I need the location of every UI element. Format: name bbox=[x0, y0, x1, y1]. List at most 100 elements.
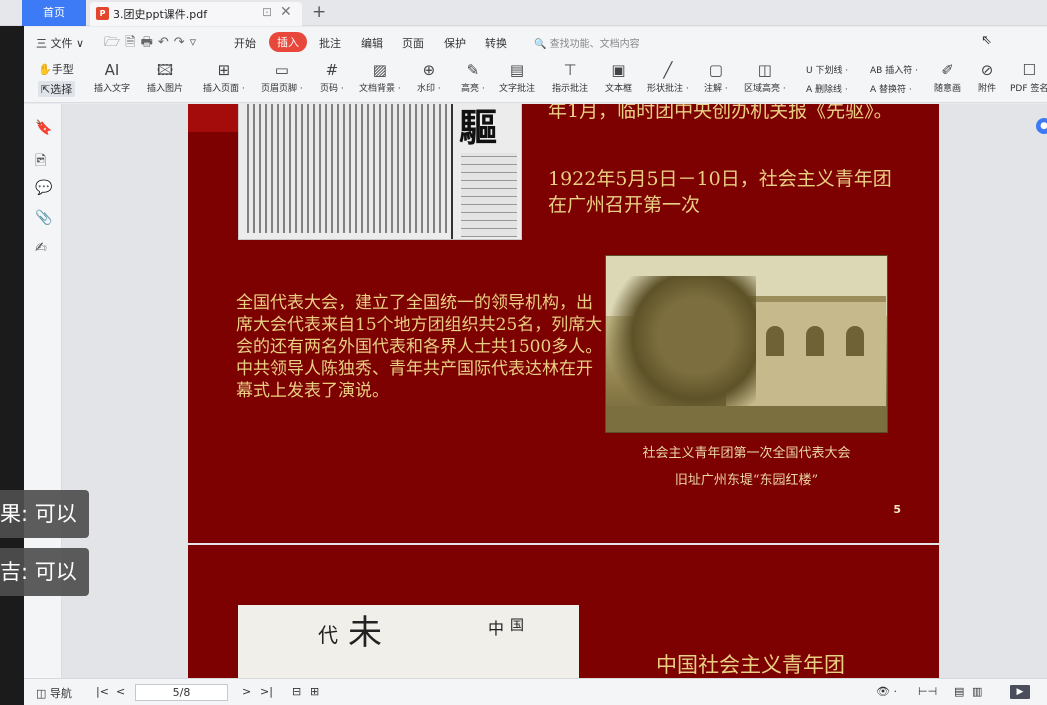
insert-toolbar: ✋手型 ⇱选择 AI 插入文字 🖾 插入图片 ⊞ 插入页面 · ▭ 页眉页脚 · # 页码… bbox=[24, 57, 1047, 103]
last-page-icon[interactable]: >| bbox=[260, 685, 273, 698]
watermark-icon: ⊕ bbox=[422, 61, 436, 79]
newspaper-columns bbox=[247, 104, 447, 233]
area-highlight-button[interactable]: ◫ 区域高亮 · bbox=[744, 59, 786, 94]
pin-icon[interactable]: ⊡ bbox=[262, 5, 272, 19]
prev-page-icon[interactable]: < bbox=[116, 685, 125, 698]
close-icon[interactable]: ✕ bbox=[280, 4, 292, 20]
document-tab-title: 3.团史ppt课件.pdf bbox=[113, 8, 208, 21]
calligraphy-glyph: 国 bbox=[510, 618, 524, 634]
calligraphy-glyph: 未 bbox=[348, 613, 382, 653]
eye-protect-icon[interactable]: 👁 · bbox=[876, 685, 897, 698]
overlay-label-1: 果: 可以 bbox=[0, 490, 89, 538]
textbox-button[interactable]: ▣ 文本框 bbox=[605, 59, 632, 94]
comment-icon[interactable]: 💬 bbox=[35, 180, 52, 196]
insert-text-button[interactable]: AI 插入文字 bbox=[94, 59, 130, 94]
insert-text-icon: AI bbox=[104, 61, 120, 79]
decor-band bbox=[188, 104, 238, 132]
header-footer-icon: ▭ bbox=[274, 61, 289, 79]
history-text-b: 1922年5月5日－10日，社会主义青年团在广州召开第一次 bbox=[548, 168, 892, 216]
first-page-icon[interactable]: |< bbox=[96, 685, 109, 698]
select-tool-button[interactable]: ⇱选择 bbox=[38, 81, 76, 97]
page-number-button[interactable]: # 页码 · bbox=[320, 59, 344, 94]
photo-caption-line-2: 旧址广州东堤“东园红楼” bbox=[674, 473, 819, 488]
double-page-icon[interactable]: ▥ bbox=[972, 685, 982, 698]
body-paragraph: 全国代表大会，建立了全国统一的领导机构，出席大会代表来自15个地方团组织共25名… bbox=[236, 293, 603, 401]
note-button[interactable]: ▢ 注解 · bbox=[704, 59, 728, 94]
nav-panel-icon: ◫ bbox=[36, 687, 47, 700]
tab-document[interactable]: P 3.团史ppt课件.pdf ⊡ ✕ bbox=[90, 2, 302, 26]
photo-window bbox=[766, 326, 784, 356]
text-comment-button[interactable]: ▤ 文字批注 bbox=[499, 59, 535, 94]
strikethrough-button[interactable]: A 删除线 · bbox=[806, 82, 848, 95]
slide-page-number: 5 bbox=[893, 503, 901, 516]
shape-comment-button[interactable]: ╱ 形状批注 · bbox=[647, 59, 689, 94]
next-page-icon[interactable]: > bbox=[242, 685, 251, 698]
assistant-icon[interactable]: ● bbox=[1036, 118, 1047, 134]
tab-home[interactable]: 首页 bbox=[22, 0, 86, 26]
tab-protect[interactable]: 保护 bbox=[444, 35, 466, 51]
new-tab-button[interactable]: + bbox=[312, 2, 326, 22]
thumbnail-icon[interactable]: 🖻 bbox=[35, 150, 46, 174]
tab-start[interactable]: 开始 bbox=[234, 35, 256, 51]
paperclip-icon: ⊘ bbox=[980, 61, 994, 79]
insert-page-button[interactable]: ⊞ 插入页面 · bbox=[203, 59, 245, 94]
newspaper-rule bbox=[451, 104, 453, 239]
left-dark-strip bbox=[0, 26, 24, 705]
signature-icon: ☐ bbox=[1022, 61, 1036, 79]
bookmark-icon[interactable]: 🔖 bbox=[35, 120, 52, 136]
calligraphy-image: 未 代 中 国 bbox=[238, 605, 579, 678]
text-comment-icon: ▤ bbox=[509, 61, 525, 79]
tab-edit[interactable]: 编辑 bbox=[361, 35, 383, 51]
underline-button[interactable]: U 下划线 · bbox=[806, 63, 848, 76]
doc-background-button[interactable]: ▨ 文档背景 · bbox=[359, 59, 401, 94]
photo-window bbox=[846, 326, 864, 356]
freehand-button[interactable]: ✐ 随意画 bbox=[934, 59, 961, 94]
header-footer-button[interactable]: ▭ 页眉页脚 · bbox=[261, 59, 303, 94]
highlight-button[interactable]: ✎ 高亮 · bbox=[461, 59, 485, 94]
fit-width-icon[interactable]: ⊢⊣ bbox=[918, 685, 937, 698]
pdf-page-5: 驅 年1月，临时团中央创办机关报《先驱》。 1922年5月5日－10日，社会主义… bbox=[188, 104, 939, 543]
mouse-cursor-icon: ⇖ bbox=[981, 33, 992, 48]
slide6-title: 中国社会主义青年团 bbox=[656, 653, 845, 677]
tab-page[interactable]: 页面 bbox=[402, 35, 424, 51]
status-bar: ◫ 导航 |< < 5/8 > >| ⊟ ⊞ 👁 · ⊢⊣ ▤ ▥ ▶ bbox=[24, 678, 1047, 705]
rotate-right-icon[interactable]: ⊞ bbox=[310, 685, 319, 698]
highlighter-icon: ✎ bbox=[466, 61, 480, 79]
note-icon: ▢ bbox=[708, 61, 723, 79]
textbox-icon: ▣ bbox=[611, 61, 626, 79]
attachment-button[interactable]: ⊘ 附件 bbox=[978, 59, 996, 94]
insert-char-button[interactable]: AB 插入符 · bbox=[870, 63, 918, 76]
background-icon: ▨ bbox=[372, 61, 387, 79]
tab-convert[interactable]: 转换 bbox=[485, 35, 507, 51]
pointer-comment-icon: ⊤ bbox=[563, 61, 577, 79]
page-number-icon: # bbox=[325, 61, 339, 79]
page-number-input[interactable]: 5/8 bbox=[135, 684, 228, 701]
pointer-comment-button[interactable]: ⊤ 指示批注 bbox=[552, 59, 588, 94]
replace-char-button[interactable]: A 替换符 · bbox=[870, 82, 912, 95]
historic-building-photo bbox=[605, 255, 888, 433]
search-input[interactable]: 🔍 查找功能、文档内容 bbox=[534, 35, 640, 50]
single-page-icon[interactable]: ▤ bbox=[954, 685, 964, 698]
signature-panel-icon[interactable]: ✍ bbox=[35, 240, 47, 256]
tab-insert[interactable]: 插入 bbox=[269, 32, 307, 52]
pdf-sign-button[interactable]: ☐ PDF 签名 bbox=[1010, 59, 1047, 94]
file-menu[interactable]: 三 文件 ∨ bbox=[36, 35, 84, 51]
watermark-button[interactable]: ⊕ 水印 · bbox=[417, 59, 441, 94]
calligraphy-glyph: 中 bbox=[488, 619, 505, 638]
quick-access-icons[interactable]: 🗁🗎🖶↶↷▿ bbox=[104, 33, 201, 55]
add-page-icon: ⊞ bbox=[217, 61, 231, 79]
hand-tool-button[interactable]: ✋手型 bbox=[38, 61, 74, 77]
document-view[interactable]: 驅 年1月，临时团中央创办机关报《先驱》。 1922年5月5日－10日，社会主义… bbox=[62, 104, 1047, 678]
insert-image-button[interactable]: 🖾 插入图片 bbox=[147, 59, 183, 94]
rotate-left-icon[interactable]: ⊟ bbox=[292, 685, 301, 698]
attachment-icon[interactable]: 📎 bbox=[35, 210, 52, 226]
photo-ground bbox=[606, 406, 887, 432]
menu-bar: 三 文件 ∨ 🗁🗎🖶↶↷▿ 开始 插入 批注 编辑 页面 保护 转换 🔍 查找功… bbox=[24, 27, 1047, 57]
area-highlight-icon: ◫ bbox=[757, 61, 772, 79]
nav-toggle[interactable]: ◫ 导航 bbox=[36, 685, 72, 701]
tab-annotate[interactable]: 批注 bbox=[319, 35, 341, 51]
calligraphy-glyph: 代 bbox=[318, 623, 338, 647]
pdf-page-6: 未 代 中 国 中国社会主义青年团 bbox=[188, 545, 939, 678]
pdf-icon: P bbox=[96, 7, 109, 20]
play-icon[interactable]: ▶ bbox=[1010, 685, 1030, 699]
